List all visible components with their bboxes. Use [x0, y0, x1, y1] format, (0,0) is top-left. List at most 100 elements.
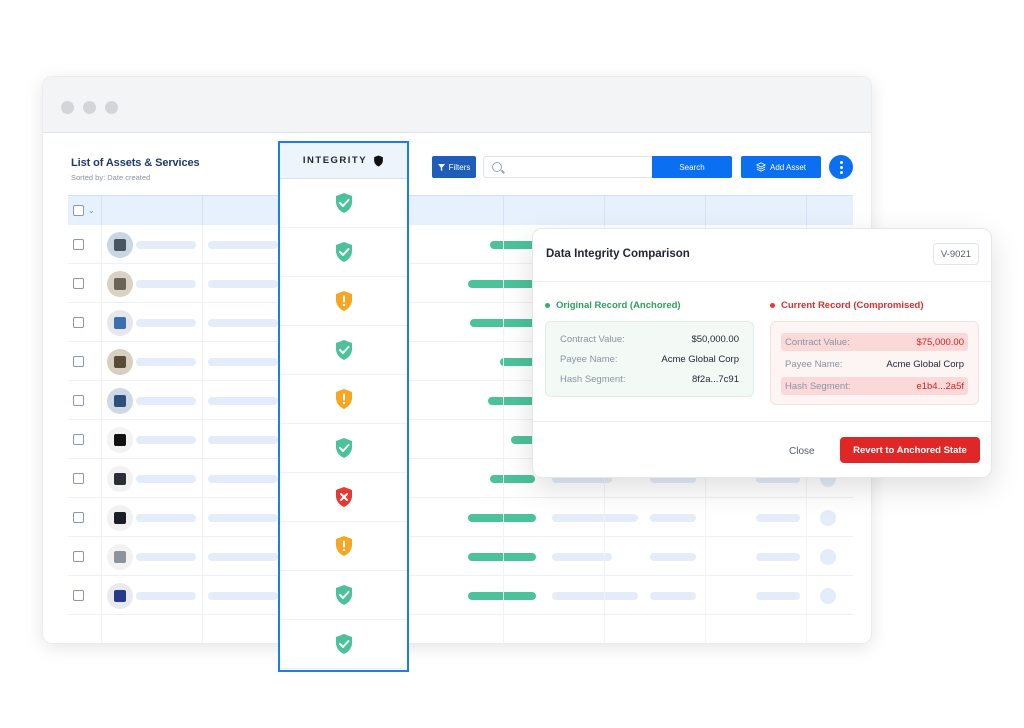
placeholder-bar	[552, 553, 612, 561]
field-label: Hash Segment:	[785, 380, 851, 392]
modal-title: Data Integrity Comparison	[546, 248, 690, 260]
placeholder-bar	[208, 592, 278, 600]
integrity-cell[interactable]	[280, 522, 407, 571]
revert-button[interactable]: Revert to Anchored State	[840, 437, 980, 463]
field-value: $75,000.00	[916, 336, 964, 348]
row-checkbox[interactable]	[73, 278, 84, 289]
placeholder-bar	[136, 319, 196, 327]
placeholder-bar	[208, 280, 278, 288]
shield-check-icon	[335, 193, 352, 213]
field-value: Acme Global Corp	[661, 353, 739, 365]
column-divider	[202, 225, 203, 643]
search-button[interactable]: Search	[652, 156, 732, 178]
filters-label: Filters	[448, 162, 471, 172]
filters-button[interactable]: Filters	[432, 156, 476, 178]
status-bar	[468, 514, 536, 522]
layers-icon	[755, 162, 766, 172]
integrity-column-label: INTEGRITY	[302, 155, 368, 166]
integrity-cell[interactable]	[280, 473, 407, 522]
field-label: Contract Value:	[785, 336, 850, 348]
current-hash-row: Hash Segment: e1b4...2a5f	[781, 377, 968, 395]
row-checkbox[interactable]	[73, 239, 84, 250]
integrity-cell[interactable]	[280, 571, 407, 620]
search-icon	[492, 162, 502, 172]
row-action-circle[interactable]	[820, 588, 836, 604]
status-bar	[500, 358, 536, 366]
placeholder-bar	[136, 241, 196, 249]
column-divider	[101, 225, 102, 643]
shield-check-icon	[335, 634, 352, 654]
status-dot-icon	[770, 303, 775, 308]
placeholder-bar	[208, 514, 278, 522]
integrity-cell[interactable]	[280, 375, 407, 424]
shield-check-icon	[335, 242, 352, 262]
placeholder-bar	[136, 514, 196, 522]
row-checkbox[interactable]	[73, 551, 84, 562]
chevron-down-icon[interactable]: ⌄	[88, 206, 95, 215]
table-row[interactable]	[68, 498, 853, 537]
add-asset-button[interactable]: Add Asset	[741, 156, 821, 178]
column-divider	[604, 196, 605, 226]
row-action-circle[interactable]	[820, 510, 836, 526]
row-checkbox[interactable]	[73, 356, 84, 367]
table-row[interactable]	[68, 537, 853, 576]
row-checkbox[interactable]	[73, 395, 84, 406]
placeholder-bar	[136, 397, 196, 405]
current-record-heading: Current Record (Compromised)	[770, 300, 924, 311]
field-label: Contract Value:	[560, 333, 625, 345]
placeholder-bar	[756, 553, 800, 561]
placeholder-bar	[136, 358, 196, 366]
original-record-box: Contract Value: $50,000.00 Payee Name: A…	[545, 321, 754, 397]
close-button[interactable]: Close	[789, 446, 815, 457]
search-input-wrapper[interactable]	[483, 156, 653, 178]
integrity-cell[interactable]	[280, 179, 407, 228]
asset-thumbnail	[107, 427, 133, 453]
integrity-cell[interactable]	[280, 228, 407, 277]
integrity-cell[interactable]	[280, 424, 407, 473]
window-control-minimize[interactable]	[83, 101, 96, 114]
more-dot-icon	[839, 165, 843, 169]
more-options-button[interactable]	[829, 155, 853, 179]
select-all-checkbox[interactable]	[73, 205, 84, 216]
filter-icon	[437, 163, 445, 171]
integrity-cell[interactable]	[280, 326, 407, 375]
placeholder-bar	[208, 319, 278, 327]
shield-warning-icon	[335, 536, 352, 556]
placeholder-bar	[650, 592, 696, 600]
integrity-column-header[interactable]: INTEGRITY	[280, 143, 407, 179]
current-record-box: Contract Value: $75,000.00 Payee Name: A…	[770, 321, 979, 405]
placeholder-bar	[136, 553, 196, 561]
row-checkbox[interactable]	[73, 590, 84, 601]
asset-thumbnail	[107, 349, 133, 375]
data-integrity-modal: Data Integrity Comparison V-9021 Origina…	[532, 228, 992, 478]
placeholder-bar	[208, 358, 278, 366]
shield-check-icon	[335, 585, 352, 605]
window-control-maximize[interactable]	[105, 101, 118, 114]
status-bar	[468, 553, 536, 561]
table-row[interactable]	[68, 576, 853, 615]
shield-check-icon	[335, 340, 352, 360]
original-hash-row: Hash Segment: 8f2a...7c91	[556, 370, 743, 388]
row-checkbox[interactable]	[73, 317, 84, 328]
row-action-circle[interactable]	[820, 549, 836, 565]
shield-check-icon	[335, 438, 352, 458]
shield-warning-icon	[335, 291, 352, 311]
original-record-heading: Original Record (Anchored)	[545, 300, 681, 311]
table-header: ⌄	[68, 195, 853, 226]
field-value: $50,000.00	[691, 333, 739, 345]
row-checkbox[interactable]	[73, 473, 84, 484]
field-label: Hash Segment:	[560, 373, 626, 385]
integrity-cell[interactable]	[280, 277, 407, 326]
asset-thumbnail	[107, 583, 133, 609]
window-control-close[interactable]	[61, 101, 74, 114]
integrity-cell[interactable]	[280, 620, 407, 669]
row-checkbox[interactable]	[73, 434, 84, 445]
original-payee-row: Payee Name: Acme Global Corp	[556, 350, 743, 368]
status-dot-icon	[545, 303, 550, 308]
asset-thumbnail	[107, 544, 133, 570]
asset-thumbnail	[107, 232, 133, 258]
row-checkbox[interactable]	[73, 512, 84, 523]
column-divider	[503, 196, 504, 226]
field-value: 8f2a...7c91	[691, 373, 739, 385]
search-input[interactable]	[508, 161, 648, 171]
